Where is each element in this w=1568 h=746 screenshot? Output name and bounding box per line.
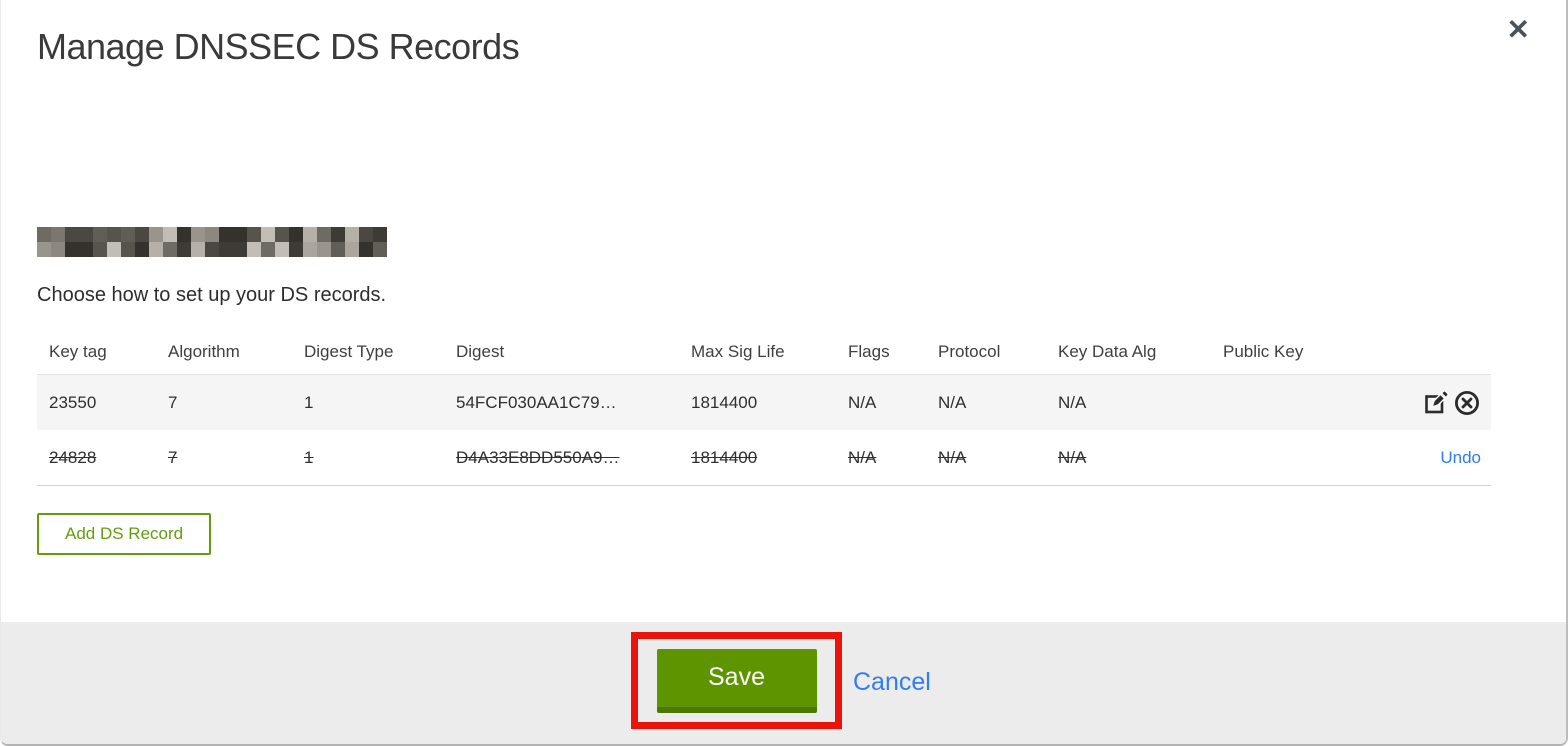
instruction-text: Choose how to set up your DS records. <box>37 284 387 306</box>
col-header-digest: Digest <box>456 342 505 361</box>
ds-records-table: Key tag Algorithm Digest Type Digest Max… <box>37 330 1491 486</box>
cell-max-sig-life: 1814400 <box>691 392 758 412</box>
save-button[interactable]: Save <box>656 648 817 713</box>
cell-digest-type: 1 <box>304 447 314 467</box>
table-header-row: Key tag Algorithm Digest Type Digest Max… <box>37 330 1491 374</box>
cell-key-tag: 23550 <box>49 392 97 412</box>
cell-protocol: N/A <box>938 447 967 467</box>
col-header-key-tag: Key tag <box>49 342 107 361</box>
table-row: 23550 7 1 54FCF030AA1C79… 1814400 N/A N/… <box>37 374 1491 430</box>
cell-protocol: N/A <box>938 392 967 412</box>
close-icon[interactable]: ✕ <box>1507 16 1530 44</box>
cell-flags: N/A <box>848 447 877 467</box>
table-row: 24828 7 1 D4A33E8DD550A9… 1814400 N/A N/… <box>37 430 1491 486</box>
cell-max-sig-life: 1814400 <box>691 447 758 467</box>
manage-dnssec-dialog: Manage DNSSEC DS Records ✕ Choose how to… <box>0 0 1568 746</box>
delete-circle-x-icon[interactable] <box>1453 389 1481 417</box>
undo-link[interactable]: Undo <box>1440 448 1481 468</box>
cancel-link[interactable]: Cancel <box>853 668 931 697</box>
cell-key-data-alg: N/A <box>1058 447 1087 467</box>
col-header-key-data-alg: Key Data Alg <box>1058 342 1157 361</box>
row-actions <box>1423 389 1491 417</box>
cell-digest: D4A33E8DD550A9… <box>456 447 620 467</box>
add-ds-record-button[interactable]: Add DS Record <box>37 513 212 555</box>
col-header-digest-type: Digest Type <box>304 342 394 361</box>
col-header-algorithm: Algorithm <box>168 342 240 361</box>
cell-key-tag: 24828 <box>49 447 97 467</box>
cell-flags: N/A <box>848 392 877 412</box>
col-header-max-sig-life: Max Sig Life <box>691 342 785 361</box>
cell-algorithm: 7 <box>168 392 178 412</box>
annotation-highlight-box: Save <box>631 632 842 729</box>
dialog-footer: Save Cancel <box>1 622 1566 744</box>
cell-digest-type: 1 <box>304 392 314 412</box>
col-header-public-key: Public Key <box>1223 342 1304 361</box>
cell-digest: 54FCF030AA1C79… <box>456 392 617 412</box>
redacted-domain-name <box>37 227 387 257</box>
row-actions: Undo <box>1440 448 1491 468</box>
col-header-flags: Flags <box>848 342 890 361</box>
edit-icon[interactable] <box>1423 389 1450 416</box>
cell-algorithm: 7 <box>168 447 178 467</box>
page-title: Manage DNSSEC DS Records <box>37 26 520 67</box>
col-header-protocol: Protocol <box>938 342 1001 361</box>
cell-key-data-alg: N/A <box>1058 392 1087 412</box>
